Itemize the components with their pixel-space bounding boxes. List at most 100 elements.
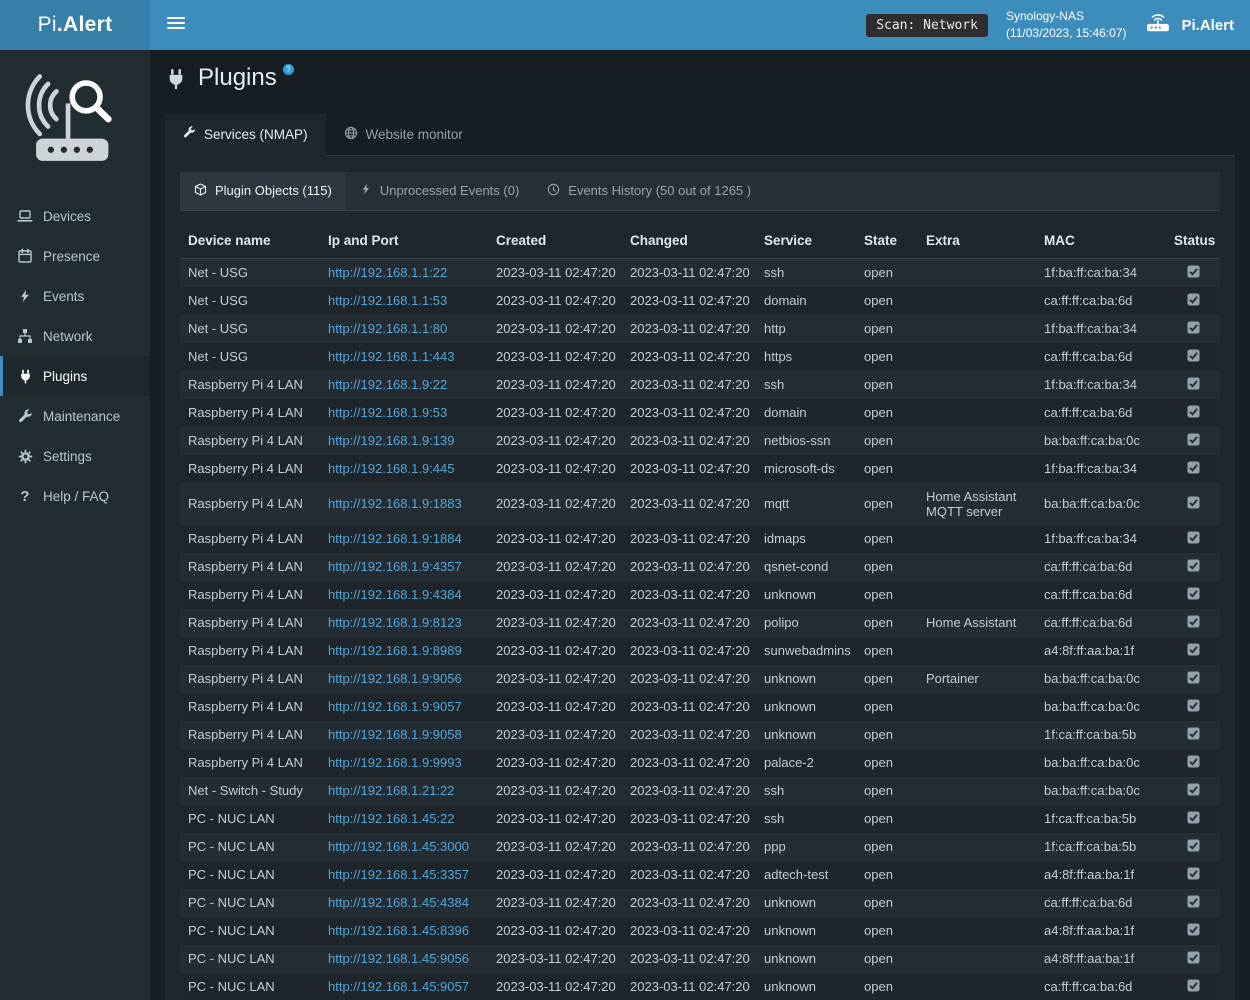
- cell-service: unknown: [756, 973, 856, 1000]
- checked-checkbox-icon[interactable]: [1187, 755, 1200, 768]
- help-badge[interactable]: ?: [283, 64, 294, 75]
- tab-plugin-objects[interactable]: Plugin Objects (115): [180, 172, 346, 210]
- ip-port-link[interactable]: http://192.168.1.45:4384: [328, 895, 469, 910]
- cell-created: 2023-03-11 02:47:20: [488, 525, 622, 553]
- checked-checkbox-icon[interactable]: [1187, 783, 1200, 796]
- checked-checkbox-icon[interactable]: [1187, 867, 1200, 880]
- cell-extra: [918, 833, 1036, 861]
- ip-port-link[interactable]: http://192.168.1.45:22: [328, 811, 455, 826]
- checked-checkbox-icon[interactable]: [1187, 923, 1200, 936]
- ip-port-link[interactable]: http://192.168.1.9:9056: [328, 671, 462, 686]
- checked-checkbox-icon[interactable]: [1187, 321, 1200, 334]
- checked-checkbox-icon[interactable]: [1187, 531, 1200, 544]
- cell-created: 2023-03-11 02:47:20: [488, 973, 622, 1000]
- ip-port-link[interactable]: http://192.168.1.1:53: [328, 293, 447, 308]
- cell-service: sunwebadmins: [756, 637, 856, 665]
- checked-checkbox-icon[interactable]: [1187, 587, 1200, 600]
- ip-port-link[interactable]: http://192.168.1.45:3000: [328, 839, 469, 854]
- cell-mac: 1f:ca:ff:ca:ba:5b: [1036, 833, 1166, 861]
- checked-checkbox-icon[interactable]: [1187, 895, 1200, 908]
- ip-port-link[interactable]: http://192.168.1.1:22: [328, 265, 447, 280]
- ip-port-link[interactable]: http://192.168.1.9:1884: [328, 531, 462, 546]
- ip-port-link[interactable]: http://192.168.1.1:80: [328, 321, 447, 336]
- checked-checkbox-icon[interactable]: [1187, 349, 1200, 362]
- checked-checkbox-icon[interactable]: [1187, 433, 1200, 446]
- tab-website-monitor[interactable]: Website monitor: [326, 114, 481, 156]
- cell-state: open: [856, 973, 918, 1000]
- checked-checkbox-icon[interactable]: [1187, 699, 1200, 712]
- cell-status: [1166, 721, 1220, 749]
- ip-port-link[interactable]: http://192.168.1.9:8123: [328, 615, 462, 630]
- ip-port-link[interactable]: http://192.168.1.45:9057: [328, 979, 469, 994]
- checked-checkbox-icon[interactable]: [1187, 377, 1200, 390]
- sidebar-item-presence[interactable]: Presence: [0, 236, 150, 276]
- ip-port-link[interactable]: http://192.168.1.9:9057: [328, 699, 462, 714]
- ip-port-link[interactable]: http://192.168.1.45:8396: [328, 923, 469, 938]
- sidebar-item-label: Network: [43, 329, 93, 344]
- tab-events-history[interactable]: Events History (50 out of 1265 ): [533, 172, 765, 210]
- ip-port-link[interactable]: http://192.168.1.9:445: [328, 461, 455, 476]
- cell-ip-and-port: http://192.168.1.9:8989: [320, 637, 488, 665]
- checked-checkbox-icon[interactable]: [1187, 559, 1200, 572]
- ip-port-link[interactable]: http://192.168.1.9:8989: [328, 643, 462, 658]
- checked-checkbox-icon[interactable]: [1187, 979, 1200, 992]
- cell-service: mqtt: [756, 483, 856, 525]
- cell-mac: ba:ba:ff:ca:ba:0c: [1036, 749, 1166, 777]
- sidebar-item-help-faq[interactable]: ? Help / FAQ: [0, 476, 150, 516]
- sidebar-toggle-button[interactable]: [150, 0, 202, 50]
- app-logo[interactable]: Pi.Alert: [0, 0, 150, 50]
- tab-services-nmap[interactable]: Services (NMAP): [165, 114, 326, 156]
- brand-link[interactable]: Pi.Alert: [1144, 12, 1234, 38]
- main-content: Plugins ? Services (NMAP) Website monito…: [150, 50, 1250, 1000]
- cell-state: open: [856, 889, 918, 917]
- host-info: Synology-NAS (11/03/2023, 15:46:07): [1006, 8, 1127, 43]
- cell-state: open: [856, 693, 918, 721]
- cell-created: 2023-03-11 02:47:20: [488, 721, 622, 749]
- tab-unprocessed-events[interactable]: Unprocessed Events (0): [346, 172, 533, 210]
- ip-port-link[interactable]: http://192.168.1.9:22: [328, 377, 447, 392]
- checked-checkbox-icon[interactable]: [1187, 461, 1200, 474]
- cell-status: [1166, 455, 1220, 483]
- sidebar-item-plugins[interactable]: Plugins: [0, 356, 150, 396]
- ip-port-link[interactable]: http://192.168.1.21:22: [328, 783, 455, 798]
- sidebar-item-devices[interactable]: Devices: [0, 196, 150, 236]
- checked-checkbox-icon[interactable]: [1187, 839, 1200, 852]
- cell-mac: 1f:ba:ff:ca:ba:34: [1036, 315, 1166, 343]
- ip-port-link[interactable]: http://192.168.1.9:4384: [328, 587, 462, 602]
- sidebar-item-maintenance[interactable]: Maintenance: [0, 396, 150, 436]
- ip-port-link[interactable]: http://192.168.1.9:4357: [328, 559, 462, 574]
- cell-mac: 1f:ca:ff:ca:ba:5b: [1036, 721, 1166, 749]
- table-row: Raspberry Pi 4 LAN http://192.168.1.9:90…: [180, 665, 1220, 693]
- sidebar-item-network[interactable]: Network: [0, 316, 150, 356]
- cell-changed: 2023-03-11 02:47:20: [622, 861, 756, 889]
- checked-checkbox-icon[interactable]: [1187, 643, 1200, 656]
- checked-checkbox-icon[interactable]: [1187, 405, 1200, 418]
- sidebar-item-label: Devices: [43, 209, 91, 224]
- cell-created: 2023-03-11 02:47:20: [488, 805, 622, 833]
- checked-checkbox-icon[interactable]: [1187, 265, 1200, 278]
- sidebar-item-settings[interactable]: Settings: [0, 436, 150, 476]
- ip-port-link[interactable]: http://192.168.1.9:1883: [328, 496, 462, 511]
- cell-extra: [918, 427, 1036, 455]
- checked-checkbox-icon[interactable]: [1187, 293, 1200, 306]
- ip-port-link[interactable]: http://192.168.1.9:139: [328, 433, 455, 448]
- ip-port-link[interactable]: http://192.168.1.45:9056: [328, 951, 469, 966]
- ip-port-link[interactable]: http://192.168.1.9:9993: [328, 755, 462, 770]
- question-icon: ?: [17, 488, 33, 504]
- ip-port-link[interactable]: http://192.168.1.9:9058: [328, 727, 462, 742]
- checked-checkbox-icon[interactable]: [1187, 811, 1200, 824]
- checked-checkbox-icon[interactable]: [1187, 727, 1200, 740]
- ip-port-link[interactable]: http://192.168.1.45:3357: [328, 867, 469, 882]
- checked-checkbox-icon[interactable]: [1187, 951, 1200, 964]
- checked-checkbox-icon[interactable]: [1187, 615, 1200, 628]
- cell-service: microsoft-ds: [756, 455, 856, 483]
- ip-port-link[interactable]: http://192.168.1.9:53: [328, 405, 447, 420]
- sidebar-item-events[interactable]: Events: [0, 276, 150, 316]
- sidebar-item-label: Plugins: [43, 369, 87, 384]
- checked-checkbox-icon[interactable]: [1187, 671, 1200, 684]
- table-row: PC - NUC LAN http://192.168.1.45:3357 20…: [180, 861, 1220, 889]
- cell-mac: a4:8f:ff:aa:ba:1f: [1036, 861, 1166, 889]
- checked-checkbox-icon[interactable]: [1187, 496, 1200, 509]
- globe-icon: [344, 126, 358, 143]
- ip-port-link[interactable]: http://192.168.1.1:443: [328, 349, 455, 364]
